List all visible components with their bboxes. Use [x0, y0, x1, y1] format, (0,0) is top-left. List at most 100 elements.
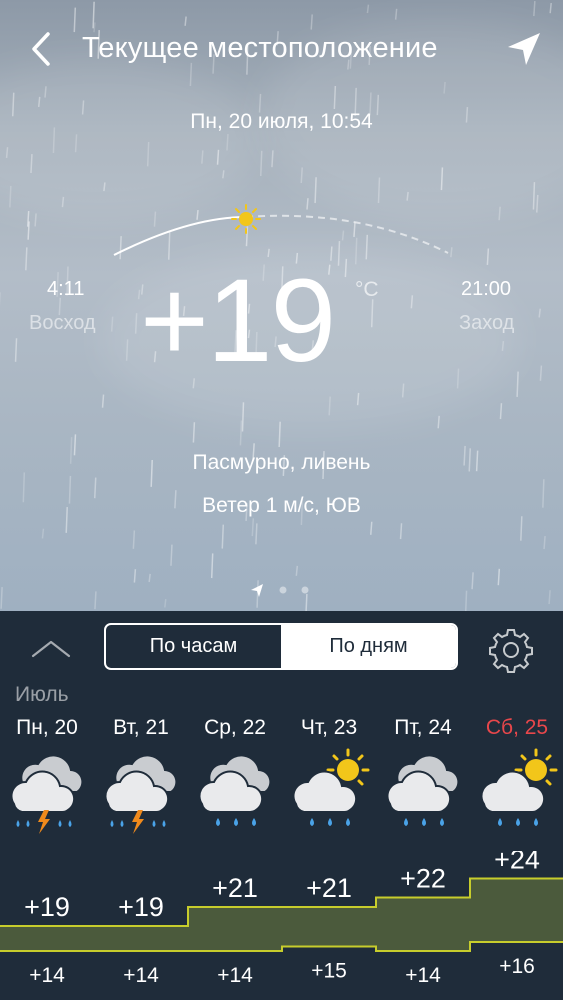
rain-streak — [328, 396, 331, 416]
rain-streak — [164, 599, 167, 608]
sunrise-time: 4:11 — [47, 278, 85, 300]
page-title: Текущее местоположение — [82, 32, 438, 64]
rain-streak — [30, 154, 33, 174]
rain-streak — [536, 194, 539, 213]
location-arrow-icon — [508, 33, 540, 65]
rain-streak — [300, 167, 303, 184]
rain-streak — [221, 524, 225, 549]
rain-streak — [356, 392, 360, 406]
day-label: Вт, 21 — [113, 716, 169, 739]
rain-streak — [34, 213, 37, 227]
rain-streak — [210, 553, 214, 579]
rain-streak — [222, 170, 225, 179]
rain-streak — [133, 569, 137, 583]
low-temperature-label: +14 — [123, 964, 159, 987]
low-temperature-label: +14 — [217, 964, 253, 987]
rain-streak — [271, 150, 274, 168]
rain-streak — [74, 134, 78, 153]
cloud-thunder-rain-icon — [10, 754, 84, 834]
day-label: Сб, 25 — [485, 716, 549, 739]
sunset-label: Заход — [459, 312, 515, 334]
rain-streak — [543, 536, 546, 550]
temperature-range-fill — [0, 878, 563, 951]
cloud-thunder-rain-icon — [104, 754, 178, 834]
rain-streak — [399, 523, 403, 540]
rain-streak — [333, 85, 337, 110]
rain-streak — [533, 1, 536, 17]
collapse-button[interactable] — [30, 637, 72, 661]
sun-arc-remaining — [245, 214, 449, 254]
rain-streak — [471, 572, 474, 590]
back-button[interactable] — [26, 28, 58, 70]
rain-streak — [499, 403, 503, 420]
tab-daily[interactable]: По дням — [281, 625, 456, 668]
rain-streak — [148, 573, 151, 583]
day-label: Пн, 20 — [16, 716, 78, 739]
high-temperature-label: +21 — [306, 873, 352, 903]
low-temperature-label: +14 — [405, 964, 441, 987]
settings-button[interactable] — [487, 626, 535, 674]
rain-streak — [255, 523, 258, 545]
rain-streak — [440, 167, 444, 191]
day-label: Пт, 24 — [394, 716, 452, 739]
rain-streak — [146, 141, 150, 167]
rain-streak — [25, 247, 28, 271]
rain-streak — [443, 81, 446, 94]
page-dot — [279, 586, 287, 594]
rain-streak — [251, 518, 255, 537]
rain-streak — [366, 4, 370, 14]
rain-streak — [498, 206, 501, 221]
sun-cloud-rain-icon — [480, 748, 558, 826]
rain-streak — [239, 420, 243, 446]
rain-streak — [61, 196, 65, 208]
rain-streak — [538, 308, 541, 318]
day-label: Ср, 22 — [204, 716, 266, 739]
date-time: Пн, 20 июля, 10:54 — [190, 110, 373, 133]
rain-streak — [192, 422, 196, 443]
location-page-icon — [251, 584, 263, 597]
chevron-left-icon — [32, 32, 50, 66]
high-temperature-label: +21 — [212, 873, 258, 903]
rain-streak — [101, 394, 105, 408]
day-label: Чт, 23 — [300, 716, 358, 739]
tab-hourly[interactable]: По часам — [106, 625, 281, 668]
rain-streak — [216, 149, 220, 165]
wind-info: Ветер 1 м/с, ЮВ — [202, 494, 361, 517]
rain-streak — [125, 339, 129, 361]
rain-streak — [241, 402, 245, 432]
rain-streak — [14, 338, 18, 362]
page-indicator[interactable] — [248, 580, 328, 600]
rain-streak — [94, 591, 97, 610]
chevron-up-icon — [31, 640, 71, 658]
low-temperature-label: +16 — [499, 955, 535, 978]
temperature-chart: +19 +14 +19 +14 +21 +14 +21 +15 +22 +14 +24 +16 — [0, 851, 563, 987]
locate-button[interactable] — [504, 29, 544, 69]
rain-streak — [226, 133, 229, 151]
current-temperature: +19 — [140, 255, 336, 387]
rain-streak — [456, 368, 460, 389]
rain-streak — [295, 565, 299, 576]
high-temperature-label: +24 — [494, 851, 540, 875]
rain-streak — [370, 521, 373, 535]
rain-streak — [464, 590, 468, 611]
gear-icon — [489, 629, 533, 673]
rain-streak — [259, 150, 263, 177]
month-label: Июль — [15, 683, 69, 706]
cloud-rain-icon — [386, 754, 460, 826]
sun-arc-elapsed — [113, 216, 247, 256]
high-temperature-label: +19 — [118, 892, 164, 922]
rain-streak — [26, 211, 30, 227]
rain-streak — [278, 421, 281, 448]
rain-streak — [134, 313, 138, 334]
rain-streak — [110, 316, 114, 332]
cloud-rain-icon — [198, 754, 272, 826]
rain-streak — [532, 182, 536, 210]
rain-streak — [9, 185, 12, 208]
view-toggle: По часам По дням — [104, 623, 458, 670]
rain-streak — [132, 530, 136, 549]
rain-streak — [497, 568, 501, 586]
rain-streak — [37, 96, 41, 108]
rain-streak — [501, 340, 505, 351]
rain-streak — [394, 8, 398, 20]
rain-streak — [201, 150, 204, 164]
